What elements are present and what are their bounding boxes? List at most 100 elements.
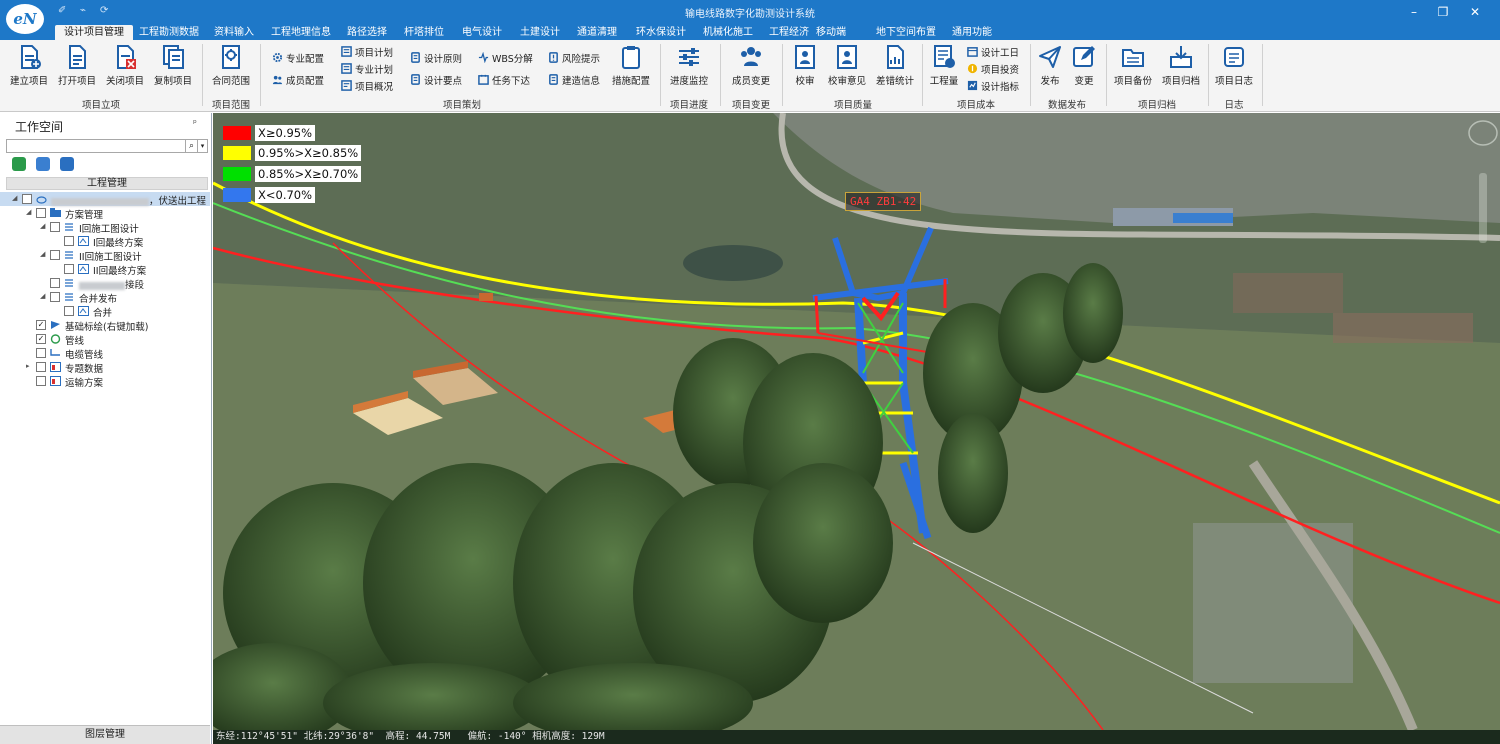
tab-mobile[interactable]: 移动端 (812, 25, 850, 40)
expand-arrow-icon[interactable]: ▸ (26, 362, 30, 370)
publish-button[interactable]: 发布 (1036, 44, 1064, 87)
backup-button[interactable]: 项目备份 (1110, 44, 1156, 87)
design-index-button[interactable]: 设计指标 (967, 78, 1019, 93)
proofread-opinion-button[interactable]: 校审意见 (824, 44, 870, 87)
layer-tool-icon[interactable] (12, 157, 26, 171)
quick-access-chart-icon[interactable]: ⌁ (80, 5, 86, 16)
tree-checkbox-checked[interactable]: ✓ (36, 320, 46, 330)
tree-item-thematic-data[interactable]: ▸ 专题数据 (0, 360, 210, 375)
database-tool-icon[interactable] (60, 157, 74, 171)
tree-item-merge-publish[interactable]: ◢ 合并发布 (0, 290, 210, 305)
specialty-plan-button[interactable]: 专业计划 (341, 61, 393, 76)
wbs-button[interactable]: WBS分解 (478, 50, 533, 65)
tree-checkbox[interactable] (50, 278, 60, 288)
close-project-button[interactable]: 关闭项目 (102, 44, 148, 87)
collapse-arrow-icon[interactable]: ◢ (40, 222, 45, 230)
chevron-down-icon[interactable]: ▾ (198, 139, 208, 153)
layer-manager-tab[interactable]: 图层管理 (0, 725, 210, 744)
tree-checkbox[interactable] (22, 194, 32, 204)
tree-checkbox[interactable] (50, 250, 60, 260)
tab-survey-data[interactable]: 工程勘测数据 (136, 25, 202, 40)
design-hours-button[interactable]: 设计工日 (967, 44, 1019, 59)
copy-project-button[interactable]: 复制项目 (150, 44, 196, 87)
tree-item-merge[interactable]: 合并 (0, 304, 210, 319)
tree-checkbox[interactable] (64, 264, 74, 274)
proofread-button[interactable]: 校审 (788, 44, 822, 87)
open-project-button[interactable]: 打开项目 (54, 44, 100, 87)
tree-item-label: 电缆管线 (65, 350, 104, 361)
tree-item-circuit1-final[interactable]: I回最终方案 (0, 234, 210, 249)
design-principle-button[interactable]: 设计原则 (410, 50, 462, 65)
tab-underground[interactable]: 地下空间布置 (872, 25, 940, 40)
tree-item-project[interactable]: ◢ ，伏送出工程 (0, 192, 210, 207)
project-overview-button[interactable]: 项目概况 (341, 78, 393, 93)
tree-checkbox[interactable] (64, 306, 74, 316)
restore-icon[interactable]: ❐ (1432, 3, 1454, 21)
tab-corridor-clearing[interactable]: 通道清理 (573, 25, 621, 40)
3d-map-viewport[interactable]: X≥0.95% 0.95%>X≥0.85% 0.85%>X≥0.70% X<0.… (213, 113, 1500, 730)
member-change-button[interactable]: 成员变更 (728, 44, 774, 87)
tree-checkbox[interactable] (36, 348, 46, 358)
pin-icon[interactable]: ᵖ (193, 119, 197, 129)
tab-data-input[interactable]: 资料输入 (210, 25, 258, 40)
collapse-arrow-icon[interactable]: ◢ (26, 208, 31, 216)
cube-tool-icon[interactable] (36, 157, 50, 171)
risk-tip-button[interactable]: 风险提示 (548, 50, 600, 65)
collapse-arrow-icon[interactable]: ◢ (12, 194, 17, 202)
minimize-icon[interactable]: – (1403, 3, 1425, 21)
project-invest-button[interactable]: 项目投资 (967, 61, 1019, 76)
construction-info-button[interactable]: 建造信息 (548, 72, 600, 87)
tree-item-scheme-management[interactable]: ◢ 方案管理 (0, 206, 210, 221)
contract-scope-button[interactable]: 合同范围 (208, 44, 254, 87)
tree-checkbox[interactable] (36, 208, 46, 218)
workspace-search-input[interactable] (6, 139, 186, 153)
measure-config-button[interactable]: 措施配置 (608, 44, 654, 87)
tree-item-circuit1-design[interactable]: ◢ I回施工图设计 (0, 220, 210, 235)
quantities-button[interactable]: 工程量 (926, 44, 962, 87)
project-log-button[interactable]: 项目日志 (1212, 44, 1256, 87)
plan-icon (341, 46, 352, 57)
tab-project-management[interactable]: 设计项目管理 (55, 25, 133, 40)
tab-geo-info[interactable]: 工程地理信息 (268, 25, 334, 40)
design-points-button[interactable]: 设计要点 (410, 72, 462, 87)
tower-label[interactable]: GA4 ZB1-42 (845, 192, 922, 211)
zoom-slider[interactable] (1479, 173, 1487, 243)
tree-checkbox[interactable] (50, 222, 60, 232)
tree-checkbox-checked[interactable]: ✓ (36, 334, 46, 344)
project-plan-button[interactable]: 项目计划 (341, 44, 393, 59)
tab-mechanized[interactable]: 机械化施工 (698, 25, 758, 40)
error-stats-button[interactable]: 差错统计 (872, 44, 918, 87)
tab-route-selection[interactable]: 路径选择 (343, 25, 391, 40)
close-icon[interactable]: ✕ (1464, 3, 1486, 21)
tree-item-connection[interactable]: 接段 (0, 276, 210, 291)
specialty-config-button[interactable]: 专业配置 (272, 50, 324, 65)
tree-item-cable-pipeline[interactable]: 电缆管线 (0, 346, 210, 361)
archive-button[interactable]: 项目归档 (1158, 44, 1204, 87)
member-config-button[interactable]: 成员配置 (272, 72, 324, 87)
tree-checkbox[interactable] (64, 236, 74, 246)
tab-tower-placement[interactable]: 杆塔排位 (400, 25, 448, 40)
quick-access-refresh-icon[interactable]: ⟳ (100, 5, 108, 16)
search-icon[interactable]: ⌕ (186, 139, 198, 153)
tab-economics[interactable]: 工程经济 (765, 25, 813, 40)
tab-env-protection[interactable]: 环水保设计 (632, 25, 690, 40)
tree-checkbox[interactable] (36, 362, 46, 372)
change-button[interactable]: 变更 (1070, 44, 1098, 87)
task-assign-button[interactable]: 任务下达 (478, 72, 530, 87)
new-project-button[interactable]: 建立项目 (6, 44, 52, 87)
tree-checkbox[interactable] (36, 376, 46, 386)
tree-item-foundation-plot[interactable]: ✓ 基础标绘(右键加载) (0, 318, 210, 333)
progress-monitor-button[interactable]: 进度监控 (666, 44, 712, 87)
tab-civil-design[interactable]: 土建设计 (516, 25, 564, 40)
collapse-arrow-icon[interactable]: ◢ (40, 250, 45, 258)
coin-icon (967, 63, 978, 74)
tree-item-circuit2-design[interactable]: ◢ II回施工图设计 (0, 248, 210, 263)
tab-electrical-design[interactable]: 电气设计 (458, 25, 506, 40)
tree-checkbox[interactable] (50, 292, 60, 302)
collapse-arrow-icon[interactable]: ◢ (40, 292, 45, 300)
quick-access-edit-icon[interactable]: ✐ (58, 5, 66, 16)
tab-general[interactable]: 通用功能 (948, 25, 996, 40)
tree-item-circuit2-final[interactable]: II回最终方案 (0, 262, 210, 277)
tree-item-transport-plan[interactable]: 运输方案 (0, 374, 210, 389)
tree-item-pipeline[interactable]: ✓ 管线 (0, 332, 210, 347)
